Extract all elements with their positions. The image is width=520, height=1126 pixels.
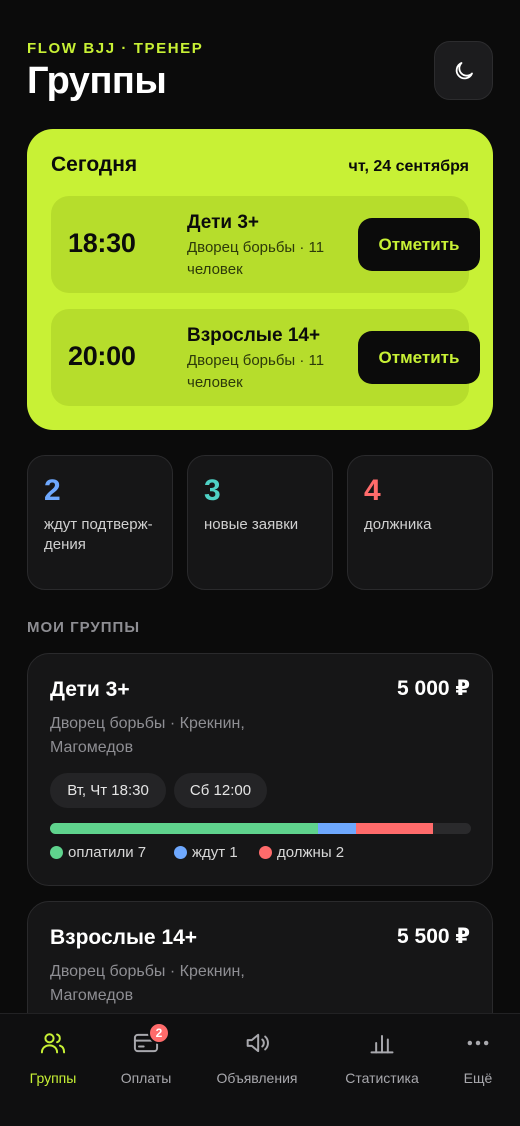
stat-value: 4 xyxy=(364,474,381,507)
owe-segment xyxy=(356,823,433,834)
nav-label: Группы xyxy=(29,1070,77,1086)
nav-item-statistics[interactable]: Статистика xyxy=(336,1028,428,1086)
group-price: 5 500 ₽ xyxy=(397,925,470,948)
legend-waiting: ждут 1 xyxy=(174,844,238,861)
group-card[interactable]: Дети 3+ 5 000 ₽ Дворец борьбы · Крекнин,… xyxy=(27,653,493,886)
theme-toggle-button[interactable] xyxy=(434,41,493,100)
today-date: чт, 24 сентября xyxy=(348,158,469,175)
payments-badge: 2 xyxy=(148,1022,170,1044)
chart-icon xyxy=(370,1035,394,1054)
waiting-dot xyxy=(174,846,187,859)
stat-tile-debtors[interactable]: 4 должника xyxy=(347,455,493,590)
owe-dot xyxy=(259,846,272,859)
schedule-chip: Сб 12:00 xyxy=(174,773,267,808)
page-title: Группы xyxy=(27,60,167,102)
nav-item-announcements[interactable]: Объявления xyxy=(208,1028,306,1086)
legend-owe: должны 2 xyxy=(259,844,344,861)
session-row: 18:30 Дети 3+ Дворец борьбы · 11 человек… xyxy=(51,196,480,293)
more-icon xyxy=(467,1040,489,1046)
megaphone-icon xyxy=(246,1033,269,1053)
moon-icon xyxy=(455,61,473,79)
group-name: Дети 3+ xyxy=(50,678,130,701)
section-label: МОИ ГРУППЫ xyxy=(27,619,141,636)
group-price: 5 000 ₽ xyxy=(397,677,470,700)
group-meta: Дворец борьбы · Крекнин, Магомедов xyxy=(50,715,245,756)
nav-label: Объявления xyxy=(216,1070,298,1086)
paid-segment xyxy=(50,823,318,834)
users-icon xyxy=(40,1033,66,1054)
session-time: 18:30 xyxy=(68,228,136,258)
session-name: Дети 3+ xyxy=(187,212,260,233)
stat-value: 2 xyxy=(44,474,61,507)
session-meta: Дворец борьбы · 11 человек xyxy=(187,352,325,391)
payment-progress-bar xyxy=(50,823,471,834)
stat-tile-new-requests[interactable]: 3 новые заявки xyxy=(187,455,333,590)
nav-item-payments[interactable]: 2 Оплаты xyxy=(108,1022,184,1086)
session-name: Взрослые 14+ xyxy=(187,325,321,346)
stat-label: новые заявки xyxy=(204,516,299,533)
group-name: Взрослые 14+ xyxy=(50,926,198,949)
bottom-nav: Группы 2 Оплаты Объявления Статистика Ещ… xyxy=(0,1013,520,1126)
nav-label: Статистика xyxy=(345,1070,419,1086)
legend-paid-label: оплатили 7 xyxy=(68,844,147,861)
mark-attendance-button[interactable]: Отметить xyxy=(358,218,480,271)
schedule-chip: Вт, Чт 18:30 xyxy=(50,773,166,808)
stat-tile-pending[interactable]: 2 ждут подтверж-дения xyxy=(27,455,173,590)
paid-dot xyxy=(50,846,63,859)
mark-attendance-button[interactable]: Отметить xyxy=(358,331,480,384)
today-title: Сегодня xyxy=(51,153,138,176)
stat-label: должника xyxy=(364,516,432,533)
app-screen: FLOW BJJ · ТРЕНЕР Группы Сегодня чт, 24 … xyxy=(0,0,520,1126)
stat-value: 3 xyxy=(204,474,221,507)
group-meta: Дворец борьбы · Крекнин, Магомедов xyxy=(50,963,245,1004)
nav-item-more[interactable]: Ещё xyxy=(452,1028,504,1086)
session-meta: Дворец борьбы · 11 человек xyxy=(187,239,325,278)
brand-label: FLOW BJJ · ТРЕНЕР xyxy=(27,40,204,57)
legend-owe-label: должны 2 xyxy=(277,844,345,861)
waiting-segment xyxy=(318,823,356,834)
nav-item-groups[interactable]: Группы xyxy=(17,1028,89,1086)
legend-paid: оплатили 7 xyxy=(50,844,146,861)
today-card: Сегодня чт, 24 сентября 18:30 Дети 3+ Дв… xyxy=(27,129,493,430)
stat-label: ждут подтверж-дения xyxy=(44,516,153,553)
nav-label: Ещё xyxy=(463,1070,493,1086)
nav-label: Оплаты xyxy=(120,1070,172,1086)
session-time: 20:00 xyxy=(68,341,136,371)
legend-waiting-label: ждут 1 xyxy=(192,844,238,861)
session-row: 20:00 Взрослые 14+ Дворец борьбы · 11 че… xyxy=(51,309,480,406)
